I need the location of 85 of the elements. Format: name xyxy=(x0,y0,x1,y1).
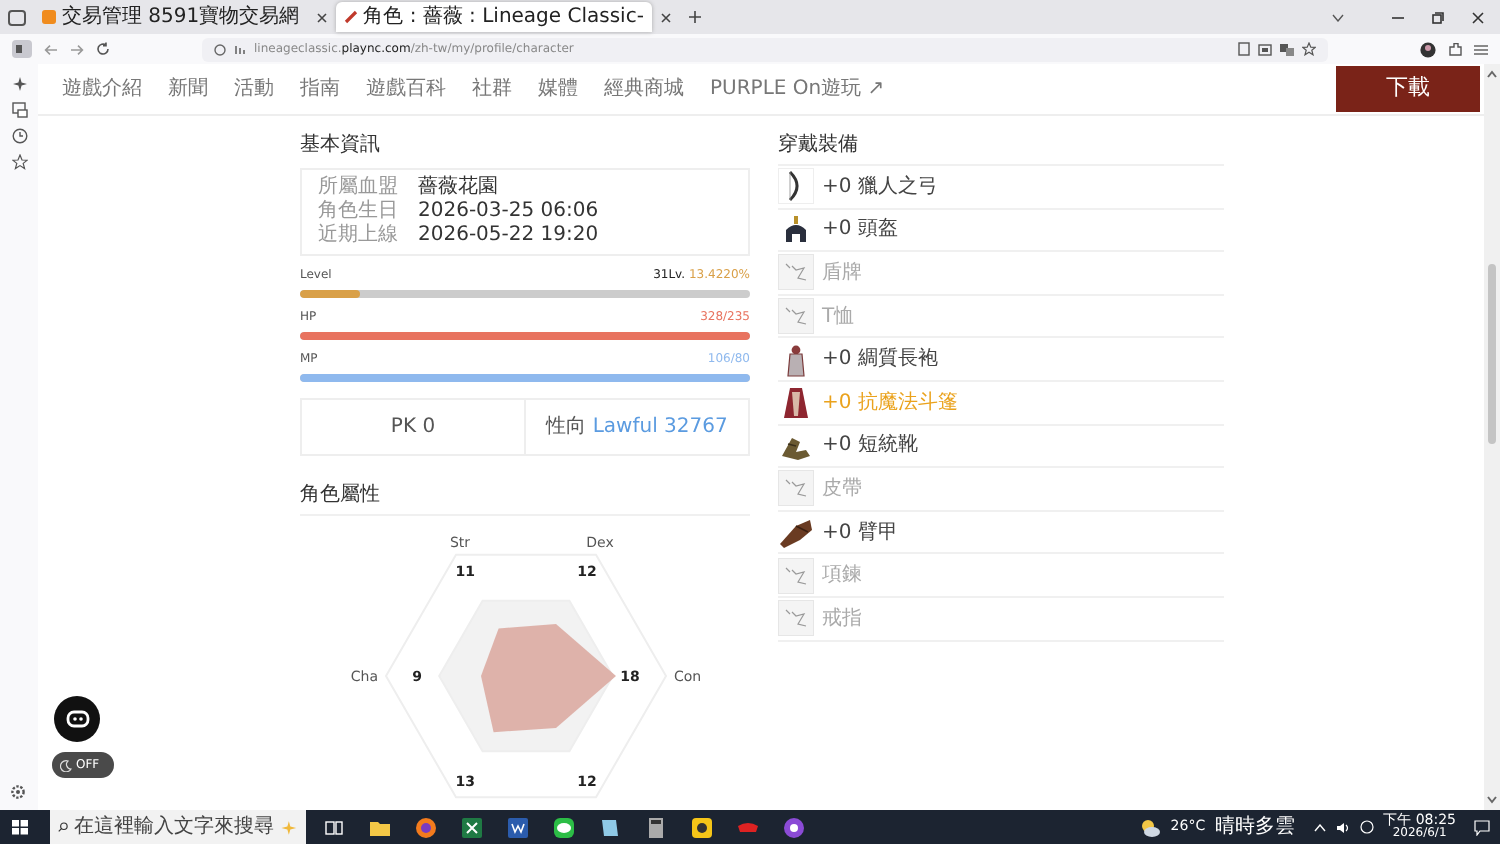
search-placeholder: 在這裡輸入文字來搜尋 xyxy=(74,813,275,842)
minimize-icon[interactable] xyxy=(1392,11,1404,23)
nav-link[interactable]: 經典商城 xyxy=(604,74,684,104)
equipment-name: +0 臂甲 xyxy=(822,519,898,548)
scrollbar-thumb[interactable] xyxy=(1488,264,1496,444)
chat-bubble-icon[interactable] xyxy=(552,815,576,839)
nav-link[interactable]: 媒體 xyxy=(538,74,578,104)
cloak-icon xyxy=(778,384,814,421)
forward-icon[interactable] xyxy=(70,43,84,55)
pk-count: PK 0 xyxy=(390,414,436,442)
section-title: 角色屬性 xyxy=(300,484,750,516)
equipment-name: +0 獵人之弓 xyxy=(822,173,938,202)
taskbar-search[interactable]: 在這裡輸入文字來搜尋 xyxy=(50,810,306,844)
equipment-name: +0 短統靴 xyxy=(822,432,918,461)
reload-icon[interactable] xyxy=(96,42,110,56)
back-icon[interactable] xyxy=(44,43,58,55)
sparkle-icon xyxy=(280,817,298,837)
menu-icon[interactable] xyxy=(1474,43,1488,55)
alignment-text: 性向 Lawful 32767 xyxy=(546,413,728,442)
account-icon[interactable] xyxy=(1420,41,1436,57)
new-tab-icon[interactable] xyxy=(687,10,702,24)
equipment-name: T恤 xyxy=(822,303,855,332)
section-title: 基本資訊 xyxy=(300,134,382,158)
screenshot-icon[interactable] xyxy=(1258,43,1272,55)
equipment-name: +0 綢質長袍 xyxy=(822,345,938,375)
equipment-name: 皮帶 xyxy=(822,475,862,504)
info-label: 所屬血盟 xyxy=(318,176,398,199)
star-icon[interactable] xyxy=(11,154,27,170)
equipment-name: 戒指 xyxy=(822,605,862,634)
chevron-down-icon[interactable] xyxy=(1332,13,1344,21)
nav-link[interactable]: 活動 xyxy=(234,74,274,104)
task-view-icon[interactable] xyxy=(322,815,346,839)
moon-icon xyxy=(60,759,72,771)
sparkle-icon[interactable] xyxy=(11,76,27,92)
synced-tabs-icon[interactable] xyxy=(11,102,27,118)
extensions-icon[interactable] xyxy=(1448,42,1462,56)
nav-link[interactable]: 遊戲百科 xyxy=(366,74,446,104)
chat-icon xyxy=(65,709,89,729)
chevron-up-icon[interactable] xyxy=(1313,823,1326,831)
nav-link[interactable]: PURPLE On遊玩 ↗ xyxy=(710,74,885,104)
stat-area xyxy=(481,624,616,733)
scroll-down-icon[interactable] xyxy=(1486,796,1498,804)
bow-icon xyxy=(778,168,814,205)
equipment-name: 項鍊 xyxy=(822,562,862,591)
site-icon xyxy=(343,10,358,24)
browser-tab[interactable]: 交易管理 8591寶物交易網 xyxy=(34,2,308,32)
close-icon[interactable] xyxy=(659,11,672,23)
info-label: 近期上線 xyxy=(318,224,398,248)
settings-icon[interactable] xyxy=(10,784,26,800)
info-value: 2026-05-22 19:20 xyxy=(418,224,599,248)
document-icon[interactable] xyxy=(506,815,530,839)
tab-overview-icon[interactable] xyxy=(8,9,26,25)
scroll-up-icon[interactable] xyxy=(1486,70,1498,78)
search-icon xyxy=(58,820,69,834)
chat-button[interactable] xyxy=(54,696,100,742)
sidebar-icon[interactable] xyxy=(12,40,32,58)
calculator-icon[interactable] xyxy=(644,815,668,839)
info-value: 2026-03-25 06:06 xyxy=(418,200,599,224)
weather-text: 晴時多雲 xyxy=(1215,813,1296,842)
weather-icon xyxy=(1140,817,1161,837)
equipment-name: +0 抗魔法斗篷 xyxy=(822,389,958,418)
nav-link[interactable]: 指南 xyxy=(300,74,340,104)
restore-icon[interactable] xyxy=(1432,11,1444,23)
close-icon[interactable] xyxy=(315,11,328,23)
tab-title: 交易管理 8591寶物交易網 xyxy=(62,3,300,32)
history-icon[interactable] xyxy=(11,128,27,144)
site-icon xyxy=(42,10,56,24)
speaker-icon[interactable] xyxy=(1335,821,1350,833)
notification-icon[interactable] xyxy=(1474,819,1490,835)
app-icon[interactable] xyxy=(782,815,806,839)
info-value: 薔薇花園 xyxy=(418,176,498,200)
info-label: 角色生日 xyxy=(318,200,398,223)
nav-link[interactable]: 新聞 xyxy=(168,74,208,104)
equipment-name: 盾牌 xyxy=(822,259,862,288)
equipment-name: +0 頭盔 xyxy=(822,216,898,245)
section-title: 穿戴裝備 xyxy=(778,134,1224,166)
nav-link[interactable]: 社群 xyxy=(472,74,512,104)
gauntlet-icon xyxy=(778,514,814,551)
spreadsheet-icon[interactable] xyxy=(460,815,484,839)
close-icon[interactable] xyxy=(1472,11,1484,23)
download-button[interactable]: 下載 xyxy=(1336,66,1480,112)
app-icon[interactable] xyxy=(690,815,714,839)
nav-link[interactable]: 遊戲介紹 xyxy=(62,74,142,104)
star-icon[interactable] xyxy=(1302,42,1316,56)
reader-icon[interactable] xyxy=(1238,42,1250,56)
